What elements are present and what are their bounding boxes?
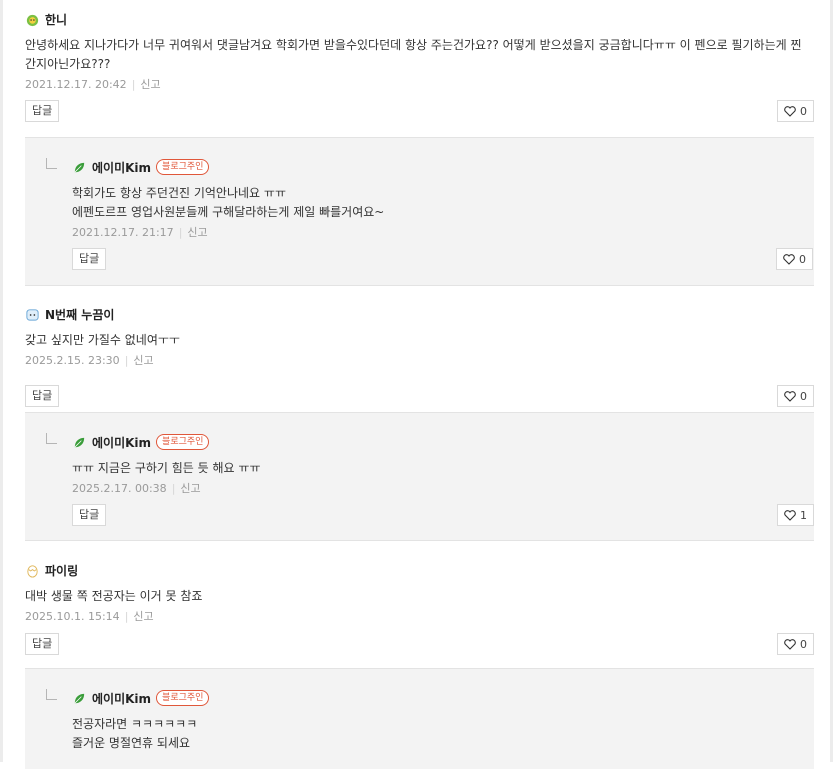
left-edge [0, 0, 3, 762]
meta-divider: | [124, 354, 129, 367]
heart-icon [784, 105, 796, 117]
comment-item: 한니 안녕하세요 지나가다가 너무 귀여워서 댓글남겨요 학회가면 받을수있다던… [25, 10, 814, 122]
like-button[interactable]: 0 [777, 385, 814, 407]
comment-text: 안녕하세요 지나가다가 너무 귀여워서 댓글남겨요 학회가면 받을수있다던데 항… [25, 38, 802, 71]
reply-item: 에이미Kim 블로그주인 ㅠㅠ 지금은 구하기 힘든 듯 해요 ㅠㅠ 2025.… [25, 412, 814, 541]
reply-text: 학회가도 항상 주던건진 기억안나네요 ㅠㅠ 에펜도르프 영업사원분들께 구해달… [72, 184, 814, 222]
blog-owner-badge: 블로그주인 [156, 690, 210, 706]
like-count: 0 [799, 252, 806, 266]
heart-icon [784, 509, 796, 521]
report-link[interactable]: 신고 [187, 226, 207, 239]
blog-owner-badge: 블로그주인 [156, 434, 210, 450]
comment-text: 대박 생물 쪽 전공자는 이거 못 참죠 [25, 589, 203, 603]
report-link[interactable]: 신고 [133, 354, 153, 367]
comment-date: 2025.10.1. 15:14 [25, 610, 120, 623]
comment-date: 2021.12.17. 20:42 [25, 78, 127, 91]
report-link[interactable]: 신고 [180, 482, 200, 495]
heart-icon [784, 390, 796, 402]
reply-button[interactable]: 답글 [25, 385, 60, 407]
reply-nickname[interactable]: 에이미Kim [92, 690, 151, 707]
reply-date: 2025.2.17. 00:38 [72, 482, 167, 495]
meta-divider: | [178, 226, 183, 239]
reply-button[interactable]: 답글 [25, 100, 60, 122]
reply-item: 에이미Kim 블로그주인 학회가도 항상 주던건진 기억안나네요 ㅠㅠ 에펜도르… [25, 137, 814, 286]
comment-section: 한니 안녕하세요 지나가다가 너무 귀여워서 댓글남겨요 학회가면 받을수있다던… [0, 0, 833, 769]
comment-date: 2025.2.15. 23:30 [25, 354, 120, 367]
comment-item: 파이링 대박 생물 쪽 전공자는 이거 못 참죠 2025.10.1. 15:1… [25, 561, 814, 655]
reply-date: 2021.12.17. 21:17 [72, 226, 174, 239]
like-button[interactable]: 0 [777, 100, 814, 122]
leaf-avatar-icon [74, 437, 85, 447]
meta-divider: | [171, 482, 176, 495]
reply-button[interactable]: 답글 [72, 504, 107, 526]
reply-text-line: 학회가도 항상 주던건진 기억안나네요 ㅠㅠ [72, 186, 286, 200]
comment-nickname[interactable]: N번째 누끔이 [45, 306, 114, 323]
reply-button[interactable]: 답글 [25, 633, 60, 655]
reply-text-line: ㅠㅠ 지금은 구하기 힘든 듯 해요 ㅠㅠ [72, 461, 261, 475]
reply-text-line: 즐거운 명절연휴 되세요 [72, 736, 191, 750]
like-count: 0 [800, 104, 807, 118]
like-button[interactable]: 0 [777, 633, 814, 655]
meta-divider: | [131, 78, 136, 91]
comment-nickname[interactable]: 파이링 [45, 562, 78, 579]
reply-text-line: 전공자라면 ㅋㅋㅋㅋㅋㅋ [72, 717, 198, 731]
heart-icon [783, 253, 795, 265]
report-link[interactable]: 신고 [133, 610, 153, 623]
leaf-avatar-icon [74, 693, 85, 703]
comment-text: 갖고 싶지만 가질수 없네여ㅜㅜ [25, 333, 180, 347]
report-link[interactable]: 신고 [140, 78, 160, 91]
reply-text-line: 에펜도르프 영업사원분들께 구해달라하는게 제일 빠를거여요~ [72, 205, 385, 219]
like-count: 1 [800, 508, 807, 522]
like-button[interactable]: 1 [777, 504, 814, 526]
reply-indent-mark [46, 689, 57, 700]
comment-item: N번째 누끔이 갖고 싶지만 가질수 없네여ㅜㅜ 2025.2.15. 23:3… [25, 305, 814, 407]
blog-owner-badge: 블로그주인 [156, 159, 210, 175]
like-count: 0 [800, 389, 807, 403]
meta-divider: | [124, 610, 129, 623]
heart-icon [784, 638, 796, 650]
reply-nickname[interactable]: 에이미Kim [92, 434, 151, 451]
reply-text: 전공자라면 ㅋㅋㅋㅋㅋㅋ 즐거운 명절연휴 되세요 [72, 715, 814, 753]
reply-item: 에이미Kim 블로그주인 전공자라면 ㅋㅋㅋㅋㅋㅋ 즐거운 명절연휴 되세요 [25, 668, 814, 769]
egg-avatar-icon [27, 564, 38, 578]
like-button[interactable]: 0 [776, 248, 813, 270]
reply-indent-mark [46, 158, 57, 169]
comment-nickname[interactable]: 한니 [45, 11, 67, 28]
reply-nickname[interactable]: 에이미Kim [92, 159, 151, 176]
reply-indent-mark [46, 433, 57, 444]
leaf-avatar-icon [74, 162, 85, 172]
kirby-avatar-icon [26, 14, 39, 26]
like-count: 0 [800, 637, 807, 651]
reply-button[interactable]: 답글 [72, 248, 107, 270]
bunny-avatar-icon [26, 308, 39, 321]
reply-text: ㅠㅠ 지금은 구하기 힘든 듯 해요 ㅠㅠ [72, 459, 814, 478]
